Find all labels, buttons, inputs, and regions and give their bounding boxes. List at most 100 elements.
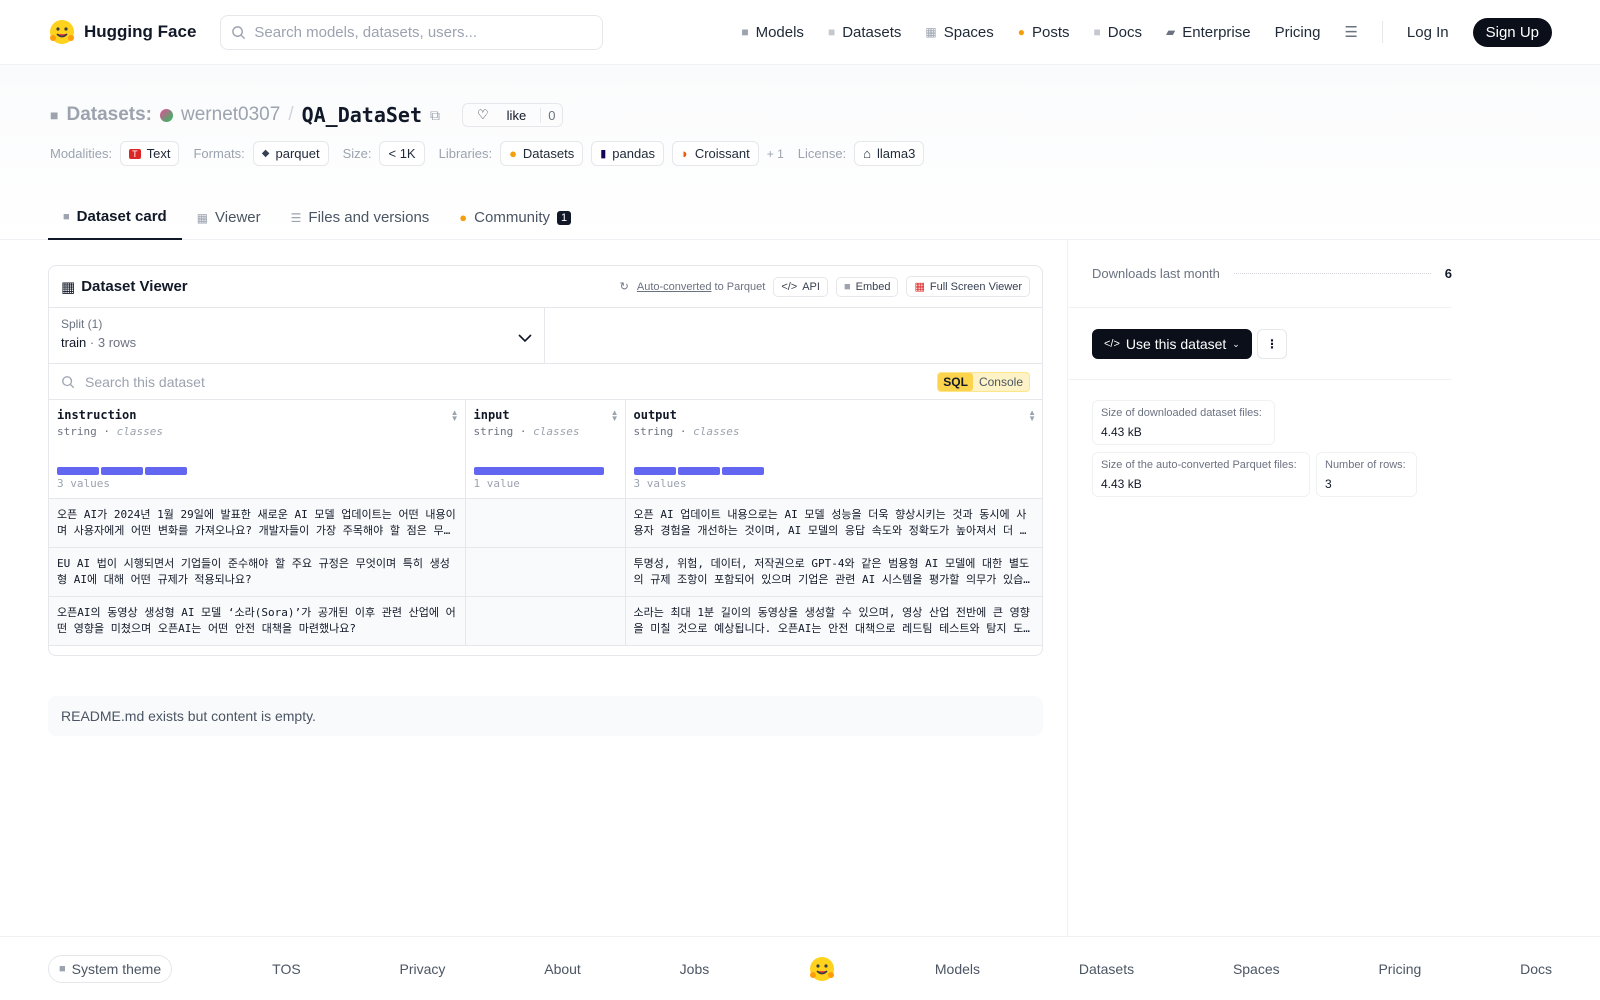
tag-size[interactable]: < 1K <box>379 141 425 166</box>
downloads-count: 6 <box>1444 266 1452 281</box>
sort-icon[interactable]: ▲ ▼ <box>611 409 619 423</box>
embed-button[interactable]: ■ Embed <box>835 276 899 297</box>
footer-link-privacy[interactable]: Privacy <box>400 961 446 977</box>
copy-icon[interactable]: ⧉ <box>430 107 440 124</box>
table-cell[interactable] <box>465 596 626 646</box>
section-label[interactable]: Datasets: <box>66 104 152 126</box>
license-label: License: <box>797 146 847 161</box>
nav-datasets[interactable]: ■ Datasets <box>828 24 901 41</box>
hugging-face-logo-icon[interactable] <box>808 955 836 983</box>
column-type: string · classes <box>633 425 740 438</box>
footer-link-spaces[interactable]: Spaces <box>1233 961 1280 977</box>
more-libs[interactable]: + 1 <box>767 147 784 161</box>
value-bar[interactable] <box>633 467 676 475</box>
table-cell[interactable]: 오픈 AI 업데이트 내용으로는 AI 모델 성능을 더욱 향상시키는 것과 동… <box>625 498 1042 548</box>
api-button[interactable]: </> API <box>773 276 828 297</box>
dataset-viewer: ▦ Dataset Viewer ↻ Auto-converted to Parq… <box>48 265 1043 656</box>
pandas-icon: ▮ <box>600 148 607 160</box>
table-cell[interactable] <box>465 547 626 597</box>
nav-links: ■ Models ■ Datasets ▦ Spaces ● Posts ■ Docs ▰… <box>741 17 1552 47</box>
table-cell[interactable]: 오픈 AI가 2024년 1월 29일에 발표한 새로운 AI 모델 업데이트는… <box>49 498 466 548</box>
column-type: string · classes <box>57 425 163 438</box>
footer-link-models[interactable]: Models <box>935 961 980 977</box>
value-bar[interactable] <box>145 467 187 475</box>
split-selector[interactable]: Split (1) train · 3 rows <box>49 308 545 363</box>
chevron-down-icon: ⌄ <box>1232 338 1240 349</box>
fullscreen-button[interactable]: ▦ Full Screen Viewer <box>906 276 1030 297</box>
tab-community[interactable]: ● Community 1 <box>444 195 586 240</box>
sort-icon[interactable]: ▲ ▼ <box>451 409 459 423</box>
footer-link-about[interactable]: About <box>544 961 581 977</box>
croissant-icon: ◗ <box>680 146 689 161</box>
table-cell[interactable]: 소라는 최대 1분 길이의 동영상을 생성할 수 있으며, 영상 산업 전반에 … <box>625 596 1042 646</box>
table-cell[interactable]: EU AI 법이 시행되면서 기업들이 준수해야 할 주요 규정은 무엇이며 특… <box>49 547 466 597</box>
footer-links: TOS Privacy About Jobs Models Datasets S… <box>272 955 1552 983</box>
tab-viewer-label: Viewer <box>215 209 261 226</box>
sidebar-divider <box>1067 240 1068 937</box>
auto-converted-link[interactable]: Auto-converted to Parquet <box>637 281 765 293</box>
column-header-output[interactable]: output string · classes ▲ ▼ 3 values <box>625 400 1042 499</box>
tab-dataset-card[interactable]: ■ Dataset card <box>48 195 182 240</box>
brand-logo-link[interactable]: Hugging Face <box>48 18 196 46</box>
value-bar[interactable] <box>721 467 764 475</box>
like-button[interactable]: ♡ like 0 <box>462 103 564 127</box>
footer-link-jobs[interactable]: Jobs <box>680 961 710 977</box>
table-row[interactable]: 오픈 AI가 2024년 1월 29일에 발표한 새로운 AI 모델 업데이트는… <box>49 498 1042 548</box>
nav-models[interactable]: ■ Models <box>741 24 804 41</box>
global-search-input[interactable]: Search models, datasets, users... <box>220 14 604 50</box>
more-options-icon[interactable]: ⋮ <box>1257 329 1287 359</box>
files-icon: ☰ <box>290 210 302 225</box>
theme-toggle[interactable]: ■ System theme <box>48 954 173 983</box>
nav-spaces[interactable]: ▦ Spaces <box>925 24 993 41</box>
login-link[interactable]: Log In <box>1407 24 1449 41</box>
nav-posts-label: Posts <box>1032 23 1070 41</box>
owner-avatar <box>160 108 174 122</box>
value-bar[interactable] <box>473 467 604 475</box>
tag-lib-pandas[interactable]: ▮ pandas <box>591 141 664 166</box>
value-bar[interactable] <box>57 467 99 475</box>
page-footer: ■ System theme TOS Privacy About Jobs Mo… <box>0 936 1600 1000</box>
column-type-label: string <box>633 425 674 438</box>
table-cell[interactable]: 투명성, 위험, 데이터, 저작권으로 GPT-4와 같은 범용형 AI 모델에… <box>625 547 1042 597</box>
table-cell[interactable] <box>465 498 626 548</box>
tag-lib-datasets[interactable]: ● Datasets <box>500 141 584 166</box>
column-header-instruction[interactable]: instruction string · classes ▲ ▼ 3 values <box>49 400 466 499</box>
nav-docs[interactable]: ■ Docs <box>1094 24 1142 41</box>
tag-lib-croissant[interactable]: ◗ Croissant <box>671 141 759 166</box>
nav-enterprise[interactable]: ▰ Enterprise <box>1166 24 1251 41</box>
column-header-input[interactable]: input string · classes ▲ ▼ 1 value <box>465 400 626 499</box>
tag-modality[interactable]: T Text <box>120 141 180 166</box>
footer-link-tos[interactable]: TOS <box>272 961 301 977</box>
table-cell[interactable]: 오픈AI의 동영상 생성형 AI 모델 ‘소라(Sora)’가 공개된 이후 관… <box>49 596 466 646</box>
nav-pricing-label: Pricing <box>1274 23 1321 41</box>
repo-name[interactable]: QA_DataSet <box>302 103 422 127</box>
footer-link-docs[interactable]: Docs <box>1520 961 1552 977</box>
nav-pricing[interactable]: Pricing <box>1275 24 1321 41</box>
owner-link[interactable]: wernet0307 <box>181 104 280 126</box>
viewer-title-label: Dataset Viewer <box>81 278 188 295</box>
dataset-search-input[interactable]: Search this dataset SQL Console <box>49 364 1042 400</box>
tab-viewer[interactable]: ▦ Viewer <box>182 195 276 240</box>
data-table: instruction string · classes ▲ ▼ 3 values… <box>49 400 1042 646</box>
tag-license[interactable]: ⌂ llama3 <box>854 141 925 166</box>
use-dataset-button[interactable]: </> Use this dataset ⌄ <box>1092 329 1252 359</box>
tag-lib-datasets-label: Datasets <box>522 146 575 161</box>
nav-posts[interactable]: ● Posts <box>1018 24 1070 41</box>
tag-format[interactable]: ◆ parquet <box>252 141 329 166</box>
footer-link-pricing[interactable]: Pricing <box>1378 961 1421 977</box>
table-row[interactable]: 오픈AI의 동영상 생성형 AI 모델 ‘소라(Sora)’가 공개된 이후 관… <box>49 596 1042 646</box>
formats-label: Formats: <box>193 146 245 161</box>
footer-link-datasets[interactable]: Datasets <box>1079 961 1134 977</box>
tag-lib-croissant-label: Croissant <box>694 146 750 161</box>
tab-files[interactable]: ☰ Files and versions <box>276 195 445 240</box>
sort-icon[interactable]: ▲ ▼ <box>1028 409 1036 423</box>
value-bar[interactable] <box>101 467 143 475</box>
fullscreen-icon: ▦ <box>914 281 925 293</box>
more-menu-icon[interactable]: ☰ <box>1344 23 1357 41</box>
split-dot: · <box>89 335 98 350</box>
sql-console-button[interactable]: SQL Console <box>937 371 1030 392</box>
table-row[interactable]: EU AI 법이 시행되면서 기업들이 준수해야 할 주요 규정은 무엇이며 특… <box>49 547 1042 597</box>
nav-datasets-label: Datasets <box>842 23 902 41</box>
signup-button[interactable]: Sign Up <box>1472 17 1552 47</box>
value-bar[interactable] <box>677 467 720 475</box>
